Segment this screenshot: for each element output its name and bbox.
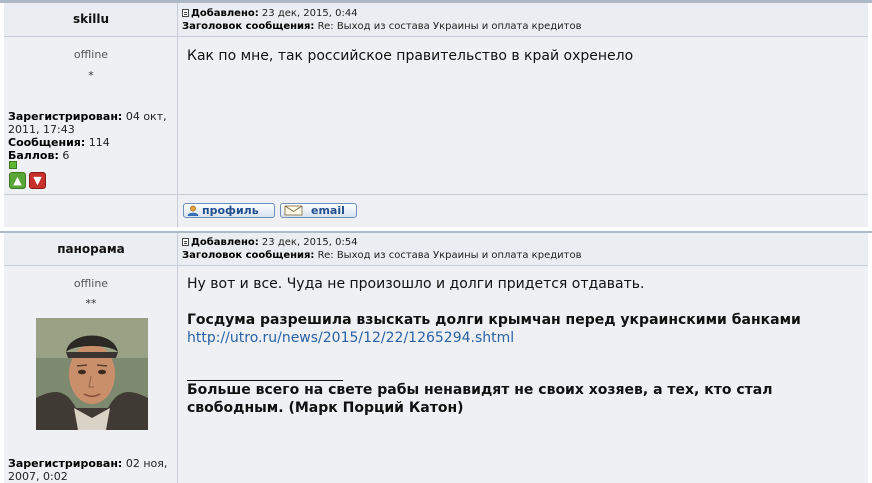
- post-header: skillu Добавлено: 23 дек, 2015, 0:44 Заг…: [4, 3, 868, 36]
- post-message-link-wrap: http://utro.ru/news/2015/12/22/1265294.s…: [187, 329, 514, 347]
- user-rank: *: [88, 69, 94, 82]
- user-rank: **: [85, 297, 97, 310]
- post-meta: Добавлено: 23 дек, 2015, 0:44 Заголовок …: [182, 7, 581, 33]
- post-body: offline ** Зарегистрирован: 02 ноя, 2007…: [4, 266, 868, 483]
- post-author[interactable]: skillu: [4, 12, 178, 26]
- profile-button-label: профиль: [202, 204, 259, 217]
- messages-label: Сообщения:: [8, 136, 86, 149]
- post-icon: [182, 238, 189, 246]
- messages-value: 114: [88, 136, 110, 149]
- signature: Больше всего на свете рабы ненавидят не …: [187, 382, 773, 416]
- post-message: Как по мне, так российское правительство…: [187, 48, 634, 64]
- post-message-link[interactable]: http://utro.ru/news/2015/12/22/1265294.s…: [187, 330, 514, 346]
- post-message-headline: Госдума разрешила взыскать долги крымчан…: [187, 312, 801, 328]
- subject-value: Re: Выход из состава Украины и оплата кр…: [317, 250, 582, 261]
- profile-button[interactable]: профиль: [183, 203, 275, 218]
- user-info: Зарегистрирован: 02 ноя, 2007, 0:02: [8, 457, 174, 483]
- post-skillu: skillu Добавлено: 23 дек, 2015, 0:44 Заг…: [4, 3, 868, 227]
- registered-label: Зарегистрирован:: [8, 457, 123, 470]
- post-icon: [182, 9, 189, 17]
- registered-label: Зарегистрирован:: [8, 110, 123, 123]
- thumbs-up-icon[interactable]: ▲: [9, 172, 26, 189]
- post-meta: Добавлено: 23 дек, 2015, 0:54 Заголовок …: [182, 236, 581, 262]
- post-footer: профиль email: [4, 195, 868, 227]
- subject-label: Заголовок сообщения:: [182, 21, 315, 32]
- user-status: offline: [73, 277, 109, 290]
- post-panorama: панорама Добавлено: 23 дек, 2015, 0:54 З…: [4, 233, 868, 483]
- avatar: [36, 318, 148, 430]
- subject-value: Re: Выход из состава Украины и оплата кр…: [317, 21, 582, 32]
- green-square-icon: [9, 161, 17, 169]
- points-value: 6: [62, 149, 70, 162]
- user-info: Зарегистрирован: 04 окт, 2011, 17:43 Соо…: [8, 110, 174, 162]
- subject-label: Заголовок сообщения:: [182, 250, 315, 261]
- profile-icon: [187, 205, 199, 216]
- thumbs-down-icon[interactable]: ▼: [29, 172, 46, 189]
- added-label: Добавлено:: [191, 8, 259, 19]
- added-value: 23 дек, 2015, 0:44: [261, 8, 358, 19]
- added-value: 23 дек, 2015, 0:54: [261, 237, 358, 248]
- post-body: offline * Зарегистрирован: 04 окт, 2011,…: [4, 37, 868, 194]
- post-message-line: Ну вот и все. Чуда не произошло и долги …: [187, 276, 645, 292]
- envelope-icon: [284, 205, 303, 216]
- added-label: Добавлено:: [191, 237, 259, 248]
- user-status: offline: [73, 48, 109, 61]
- post-header: панорама Добавлено: 23 дек, 2015, 0:54 З…: [4, 233, 868, 265]
- email-button-label: email: [311, 204, 345, 217]
- post-author[interactable]: панорама: [4, 242, 178, 256]
- email-button[interactable]: email: [280, 203, 357, 218]
